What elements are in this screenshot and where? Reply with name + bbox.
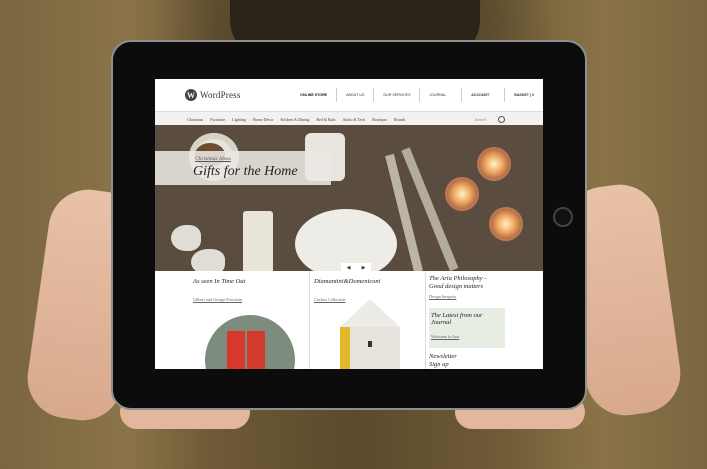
content-columns: As seen In Time Out Gilbert and George P…: [155, 271, 543, 369]
porcelain-figures-image[interactable]: [205, 315, 295, 369]
slider-pager: ◀ ▶: [341, 263, 371, 271]
journal-box: The Latest from our Journal Welcome to A…: [429, 308, 505, 348]
nav-our-services[interactable]: OUR SERVICES: [373, 88, 419, 102]
nav-account[interactable]: ACCOUNT: [461, 88, 498, 102]
nav-about-us[interactable]: ABOUT US: [336, 88, 373, 102]
journal-title: The Latest from our Journal: [431, 312, 483, 326]
category-furniture[interactable]: Furniture: [210, 117, 225, 122]
tealight-image: [445, 177, 479, 211]
wordpress-logo-icon: W: [185, 89, 197, 101]
plate-image: [295, 209, 397, 271]
site-logo[interactable]: W WordPress: [185, 89, 255, 101]
category-brands[interactable]: Brands: [394, 117, 405, 122]
nav-online-store[interactable]: ONLINE STORE: [291, 88, 336, 102]
design-integrity-link[interactable]: Design Integrity: [429, 294, 456, 299]
cuckoo-house-door: [368, 341, 372, 347]
home-button[interactable]: [553, 207, 573, 227]
feature-title: As seen In Time Out: [193, 278, 246, 285]
logo-text: WordPress: [200, 90, 241, 100]
figure-image: [227, 331, 245, 369]
sidebar-column: The Aria Philosophy - Good design matter…: [426, 271, 543, 369]
newsletter-signup[interactable]: Sign up: [429, 361, 449, 368]
cuckoo-house-side: [340, 327, 350, 369]
category-home-decor[interactable]: Home Décor: [253, 117, 274, 122]
category-kitchen-dining[interactable]: Kitchen & Dining: [280, 117, 309, 122]
feature-time-out: As seen In Time Out Gilbert and George P…: [155, 271, 310, 369]
feature-diamantini: Diamantini&Domeniconi Cuckoo Collection: [310, 271, 426, 369]
search-input[interactable]: Search: [475, 117, 486, 122]
category-lighting[interactable]: Lighting: [232, 117, 246, 122]
tablet-screen: W WordPress ONLINE STORE ABOUT US OUR SE…: [155, 79, 543, 369]
feature-link[interactable]: Gilbert and George Porcelain: [193, 297, 242, 302]
search-icon[interactable]: [498, 115, 505, 123]
nav-basket[interactable]: BASKET | 0: [504, 88, 543, 102]
philosophy-title-line1: The Aria Philosophy -: [429, 275, 487, 282]
feature-title: Diamantini&Domeniconi: [314, 278, 381, 285]
nav-journal[interactable]: JOURNAL: [419, 88, 455, 102]
bird-figurine-image: [191, 249, 225, 271]
cuckoo-house-roof: [340, 299, 400, 327]
hero-kicker[interactable]: Christmas Ideas: [195, 156, 231, 162]
search-box[interactable]: Search: [475, 115, 505, 123]
category-christmas[interactable]: Christmas: [187, 117, 203, 122]
category-menu: Christmas Furniture Lighting Home Décor …: [187, 117, 412, 122]
hero-headline: Gifts for the Home: [193, 164, 298, 179]
philosophy-title-line2: Good design matters: [429, 283, 484, 290]
bird-figurine-image: [171, 225, 201, 251]
vase-image: [243, 211, 273, 271]
top-navigation: ONLINE STORE ABOUT US OUR SERVICES JOURN…: [291, 88, 543, 102]
hero-banner[interactable]: Christmas Ideas Gifts for the Home ◀ ▶: [155, 125, 543, 271]
journal-link[interactable]: Welcome to Aria: [431, 334, 459, 339]
tealight-image: [489, 207, 523, 241]
category-audio-tech[interactable]: Audio & Tech: [342, 117, 365, 122]
newsletter-title: Newsletter: [429, 353, 457, 360]
category-bed-bath[interactable]: Bed & Bath: [316, 117, 335, 122]
hero-caption: Christmas Ideas Gifts for the Home: [155, 151, 331, 185]
site-header: W WordPress ONLINE STORE ABOUT US OUR SE…: [155, 79, 543, 112]
tealight-image: [477, 147, 511, 181]
figure-image: [247, 331, 265, 369]
category-boutique[interactable]: Boutique: [372, 117, 387, 122]
